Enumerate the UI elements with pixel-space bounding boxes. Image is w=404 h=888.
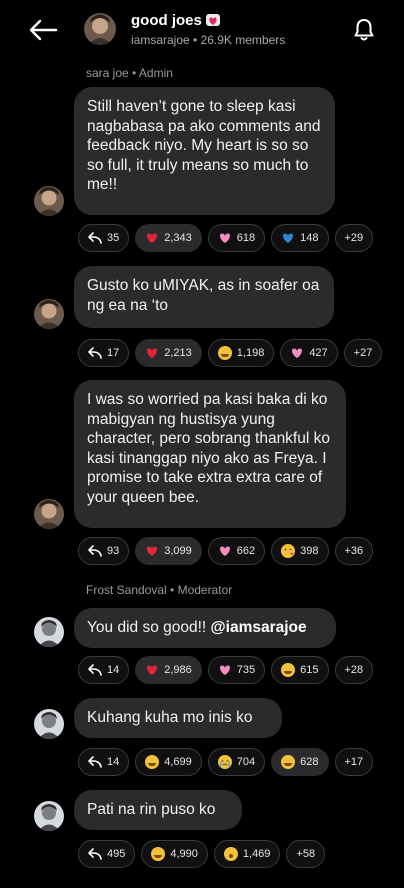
surprised-face-icon [223, 847, 238, 861]
bell-icon[interactable] [353, 18, 375, 42]
reaction-red-heart[interactable]: 2,213 [135, 339, 202, 367]
pink-heart-icon [219, 665, 230, 675]
kiss-face-icon [281, 544, 296, 558]
channel-avatar[interactable] [84, 13, 116, 45]
reaction-red-heart[interactable]: 3,099 [135, 537, 202, 565]
more-reactions-button[interactable]: +28 [334, 656, 374, 684]
red-heart-icon [147, 665, 158, 675]
reaction-red-heart[interactable]: 2,343 [135, 224, 202, 252]
red-heart-icon [147, 233, 158, 243]
reaction-grin-face[interactable]: 1,198 [207, 339, 275, 367]
reaction-blue-heart[interactable]: 148 [271, 224, 329, 252]
message-bubble[interactable]: Gusto ko uMIYAK, as in soafer oa ng ea n… [74, 266, 334, 328]
channel-subtitle: iamsarajoe • 26.9K members [131, 33, 286, 47]
reply-button[interactable]: 14 [78, 748, 130, 776]
more-reactions-button[interactable]: +58 [286, 840, 326, 868]
message-bubble[interactable]: Still haven’t gone to sleep kasi nagbaba… [74, 87, 335, 215]
back-arrow-icon[interactable] [28, 18, 58, 42]
avatar[interactable] [34, 299, 64, 329]
red-heart-icon [147, 348, 158, 358]
reaction-grin-face[interactable]: 628 [271, 748, 329, 776]
reaction-grin-face[interactable]: 615 [271, 656, 329, 684]
message-bubble[interactable]: I was so worried pa kasi baka di ko mabi… [74, 380, 346, 528]
red-heart-icon [147, 546, 158, 556]
reaction-red-heart[interactable]: 2,986 [135, 656, 202, 684]
more-reactions-button[interactable]: +29 [334, 224, 374, 252]
laugh-face-icon [145, 755, 160, 769]
reply-arrow-icon [88, 756, 102, 768]
pink-heart-icon [292, 348, 303, 358]
reply-button[interactable]: 17 [78, 339, 130, 367]
more-reactions-button[interactable]: +27 [343, 339, 383, 367]
reply-arrow-icon [88, 848, 102, 860]
message-bubble[interactable]: Pati na rin puso ko [74, 790, 242, 830]
reaction-laugh-face[interactable]: 4,990 [141, 840, 208, 868]
reply-button[interactable]: 495 [78, 840, 136, 868]
pink-heart-icon [219, 233, 230, 243]
reaction-row: 14 4,699 704 628 +17 [78, 748, 374, 776]
cry-face-icon [217, 755, 232, 769]
channel-header: good joes iamsarajoe • 26.9K members [0, 0, 404, 62]
reaction-row: 14 2,986 735 615 +28 [78, 656, 374, 684]
reply-button[interactable]: 14 [78, 656, 130, 684]
message-bubble[interactable]: Kuhang kuha mo inis ko [74, 698, 282, 738]
blue-heart-icon [283, 233, 294, 243]
reaction-laugh-face[interactable]: 4,699 [135, 748, 202, 776]
sender-label-sara-joe: sara joe • Admin [86, 66, 173, 80]
reaction-kiss-face[interactable]: 398 [271, 537, 329, 565]
laugh-face-icon [151, 847, 166, 861]
avatar[interactable] [34, 709, 64, 739]
reply-arrow-icon [88, 664, 102, 676]
reaction-pink-heart[interactable]: 427 [280, 339, 338, 367]
more-reactions-button[interactable]: +36 [334, 537, 374, 565]
reaction-row: 495 4,990 1,469 +58 [78, 840, 326, 868]
mention-link[interactable]: @iamsarajoe [211, 619, 307, 636]
reply-button[interactable]: 35 [78, 224, 130, 252]
grin-face-icon [217, 346, 232, 360]
message-bubble[interactable]: You did so good!! @iamsarajoe [74, 608, 336, 648]
reply-button[interactable]: 93 [78, 537, 130, 565]
reaction-row: 17 2,213 1,198 427 +27 [78, 339, 383, 367]
reaction-pink-heart[interactable]: 618 [207, 224, 266, 252]
reply-arrow-icon [88, 232, 102, 244]
reaction-pink-heart[interactable]: 662 [207, 537, 266, 565]
reaction-row: 35 2,343 618 148 +29 [78, 224, 374, 252]
reply-arrow-icon [88, 347, 102, 359]
reply-arrow-icon [88, 545, 102, 557]
channel-title[interactable]: good joes [131, 12, 220, 29]
grin-face-icon [281, 755, 296, 769]
avatar[interactable] [34, 617, 64, 647]
heart-badge-icon [205, 14, 220, 27]
more-reactions-button[interactable]: +17 [334, 748, 374, 776]
reaction-cry-face[interactable]: 704 [207, 748, 266, 776]
pink-heart-icon [219, 546, 230, 556]
sender-label-frost-sandoval: Frost Sandoval • Moderator [86, 583, 233, 597]
reaction-pink-heart[interactable]: 735 [207, 656, 266, 684]
grin-face-icon [281, 663, 296, 677]
avatar[interactable] [34, 499, 64, 529]
avatar[interactable] [34, 186, 64, 216]
avatar[interactable] [34, 801, 64, 831]
reaction-surprised-face[interactable]: 1,469 [213, 840, 281, 868]
reaction-row: 93 3,099 662 398 +36 [78, 537, 374, 565]
